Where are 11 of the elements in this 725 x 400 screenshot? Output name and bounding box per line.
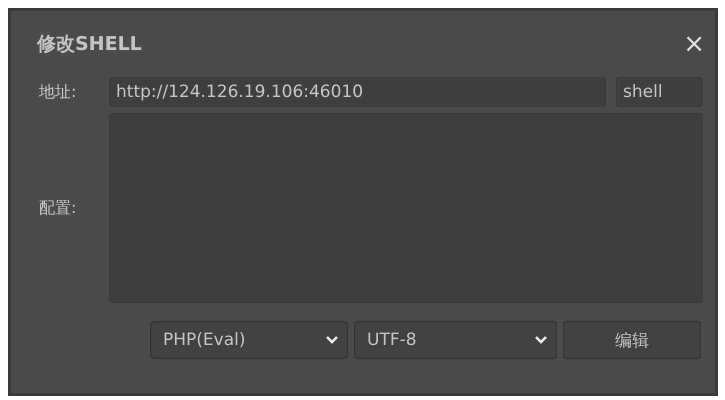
url-field[interactable]: http://124.126.19.106:46010 [109,77,606,107]
close-button[interactable]: × [679,29,709,59]
window-title: 修改SHELL [37,32,142,57]
config-label: 配置: [39,198,78,218]
address-label: 地址: [39,82,78,102]
password-field[interactable]: shell [616,77,703,107]
chevron-down-icon [325,335,339,345]
encoding-select[interactable]: UTF-8 [354,321,557,359]
type-select[interactable]: PHP(Eval) [150,321,348,359]
edit-button[interactable]: 编辑 [563,321,701,359]
chevron-down-icon [534,335,548,345]
